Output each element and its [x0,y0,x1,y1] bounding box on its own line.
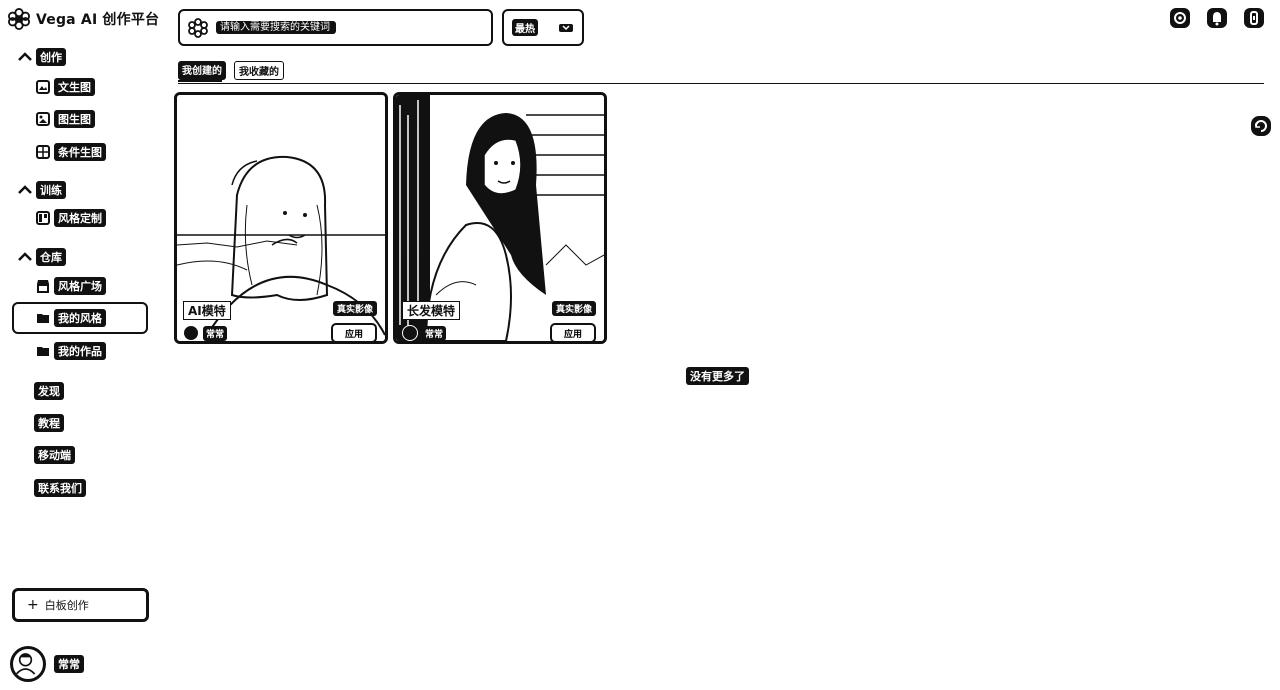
brand[interactable]: Vega AI 创作平台 [8,6,159,32]
picture-icon [36,112,50,126]
sidebar-item-text2img[interactable]: 文生图 [36,77,95,97]
style-tag: 真实影像 [332,301,377,316]
tab-active-indicator [178,80,222,82]
section-train[interactable]: 训练 [18,181,66,199]
avatar[interactable] [10,646,46,682]
chevron-down-icon [559,23,573,32]
link-mobile[interactable]: 移动端 [34,446,75,464]
link-tutorial[interactable]: 教程 [34,414,64,432]
image-icon [36,80,50,94]
card-creator: 常常 [402,325,447,341]
tab-bar: 我创建的 我收藏的 [178,61,284,80]
sidebar-item-img2img[interactable]: 图生图 [36,109,95,129]
link-contact[interactable]: 联系我们 [34,479,86,497]
section-repo[interactable]: 仓库 [18,248,66,266]
sidebar-item-conditional[interactable]: 条件生图 [36,142,106,162]
folder-icon [37,347,49,356]
sidebar-item-style-square[interactable]: 风格广场 [36,276,106,296]
creator-avatar [402,325,418,341]
apply-button[interactable]: 应用 [331,323,377,341]
sidebar-item-my-works[interactable]: 我的作品 [36,341,106,361]
creator-avatar [183,325,199,341]
sort-value: 最热 [512,19,538,36]
tab-favorited[interactable]: 我收藏的 [234,61,284,80]
style-icon [36,211,50,225]
sidebar: Vega AI 创作平台 创作 文生图 图生图 条件生图 训练 风格定制 仓库 … [0,0,160,690]
whiteboard-create-button[interactable]: + 白板创作 [12,588,149,622]
tab-created[interactable]: 我创建的 [178,61,226,80]
style-card[interactable]: AI模特 真实影像 常常 应用 [174,92,388,344]
apply-button[interactable]: 应用 [550,323,596,341]
bell-icon[interactable] [1206,7,1228,29]
sidebar-item-style-custom[interactable]: 风格定制 [36,208,106,228]
user-badge-icon[interactable] [1243,7,1265,29]
sort-select[interactable]: 最热 [502,9,584,46]
user-name: 常常 [54,655,84,673]
plus-icon: + [27,597,39,613]
search-input[interactable] [216,21,336,34]
search-flower-icon [188,17,208,38]
no-more-message: 没有更多了 [686,367,749,385]
card-title: AI模特 [183,301,231,320]
collapse-caret-icon [18,185,32,194]
search-box[interactable] [178,9,493,46]
gear-icon[interactable] [1169,7,1191,29]
brand-name: Vega AI 创作平台 [36,12,160,28]
tab-divider [178,83,1264,84]
section-create[interactable]: 创作 [18,48,66,66]
store-icon [37,280,49,293]
card-creator: 常常 [183,325,228,341]
flower-logo-icon [8,8,30,30]
folder-icon [37,314,49,323]
link-discover[interactable]: 发现 [34,382,64,400]
collapse-caret-icon [18,252,32,261]
style-card[interactable]: 长发模特 真实影像 常常 应用 [393,92,607,344]
avatar-face-icon [15,653,36,675]
collapse-caret-icon [18,52,32,61]
user-profile[interactable]: 常常 [10,646,84,682]
style-tag: 真实影像 [551,301,596,316]
grid-image-icon [36,145,50,159]
refresh-icon[interactable] [1250,115,1272,137]
section-label: 创作 [36,48,66,66]
sidebar-item-my-style[interactable]: 我的风格 [12,302,148,334]
card-title: 长发模特 [402,301,461,320]
